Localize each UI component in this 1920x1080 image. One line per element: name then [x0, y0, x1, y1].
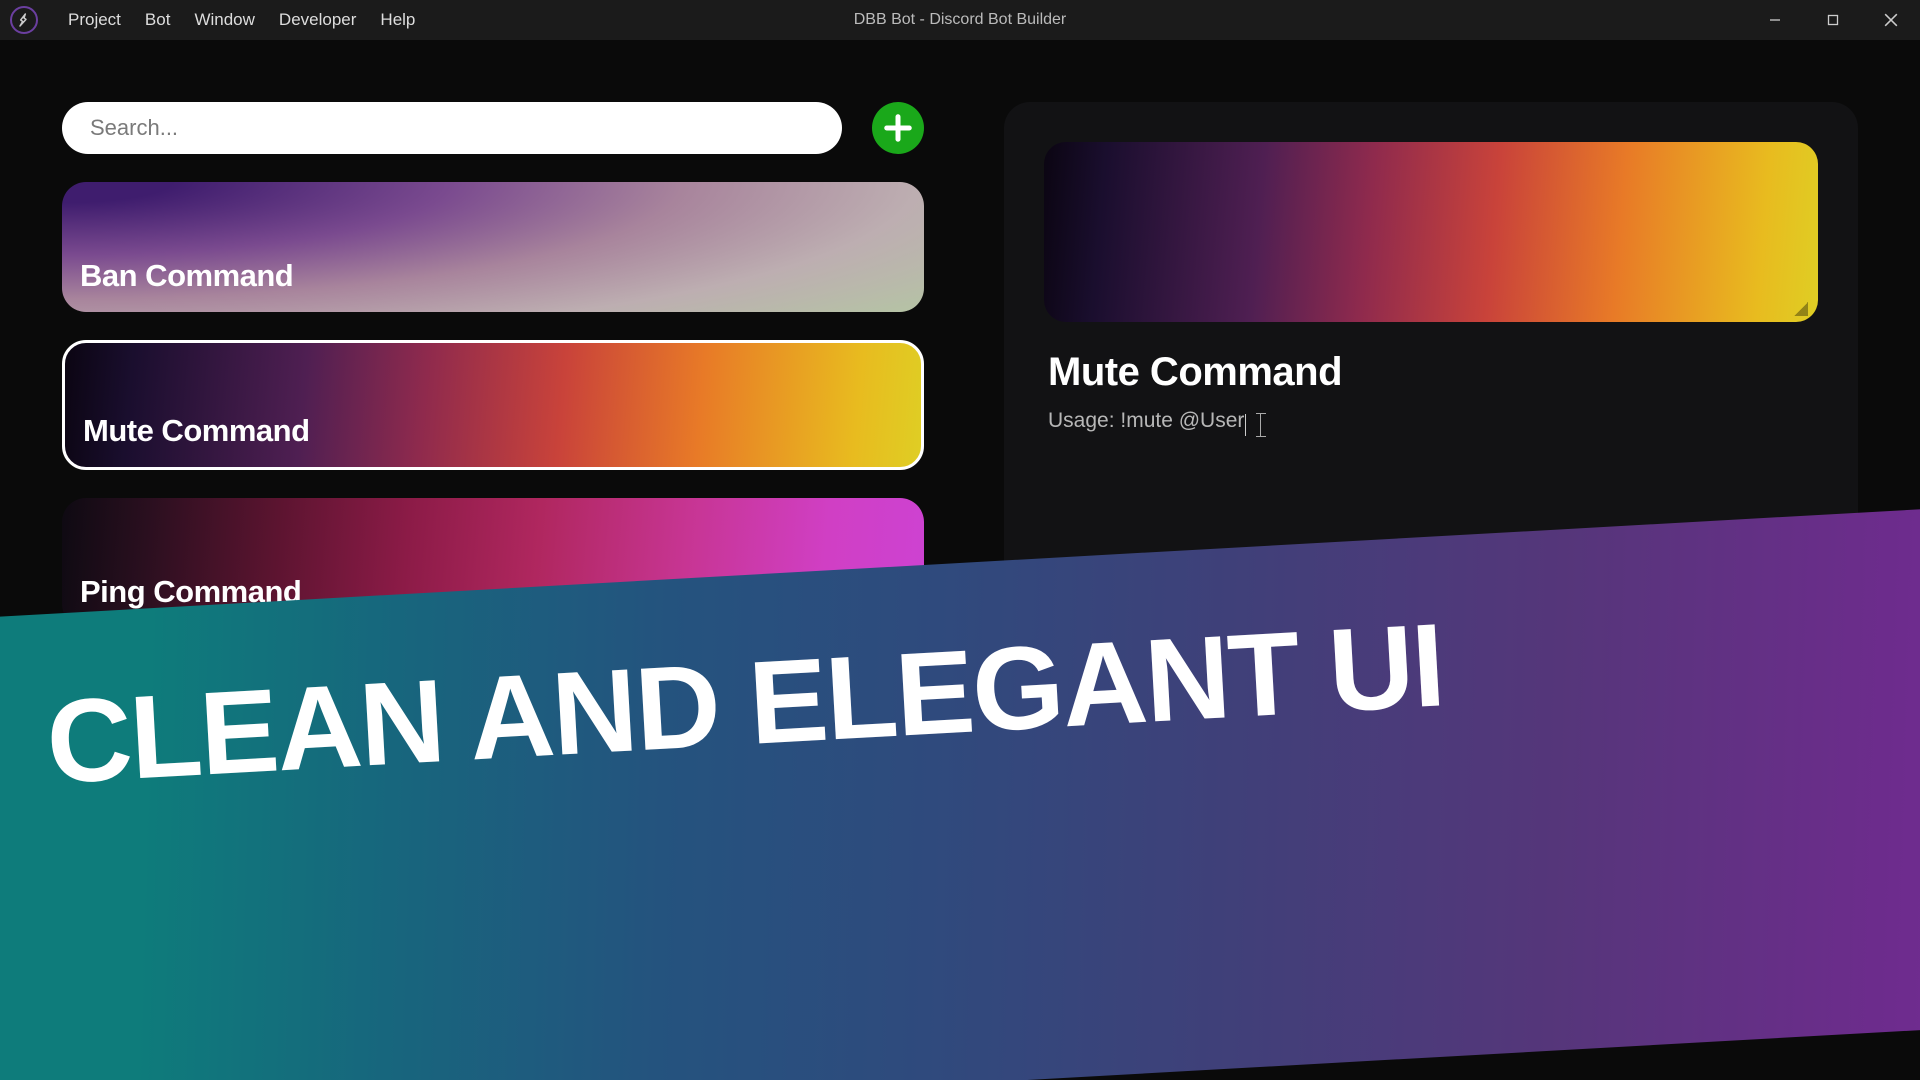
window-maximize-button[interactable] [1804, 0, 1862, 40]
menu-project[interactable]: Project [56, 0, 133, 40]
command-card[interactable]: Ban Command [62, 182, 924, 312]
detail-hero-gradient[interactable] [1044, 142, 1818, 322]
titlebar: ProjectBotWindowDeveloperHelp DBB Bot - … [0, 0, 1920, 40]
menu-help[interactable]: Help [368, 0, 427, 40]
window-title: DBB Bot - Discord Bot Builder [854, 0, 1067, 40]
window-minimize-button[interactable] [1746, 0, 1804, 40]
command-card-title: Mute Command [83, 413, 310, 449]
command-card[interactable]: Mute Command [62, 340, 924, 470]
search-input[interactable] [62, 102, 842, 154]
menu-developer[interactable]: Developer [267, 0, 369, 40]
text-caret-icon [1260, 413, 1261, 437]
detail-description-input[interactable]: Usage: !mute @User [1048, 409, 1818, 433]
promo-headline: CLEAN AND ELEGANT UI [0, 606, 1446, 807]
window-close-button[interactable] [1862, 0, 1920, 40]
detail-description-text: Usage: !mute @User [1048, 409, 1244, 433]
add-command-button[interactable] [872, 102, 924, 154]
app-logo-icon [10, 6, 38, 34]
command-card-title: Ban Command [80, 258, 293, 294]
menu-window[interactable]: Window [182, 0, 266, 40]
detail-title[interactable]: Mute Command [1048, 350, 1818, 395]
menu-bot[interactable]: Bot [133, 0, 183, 40]
